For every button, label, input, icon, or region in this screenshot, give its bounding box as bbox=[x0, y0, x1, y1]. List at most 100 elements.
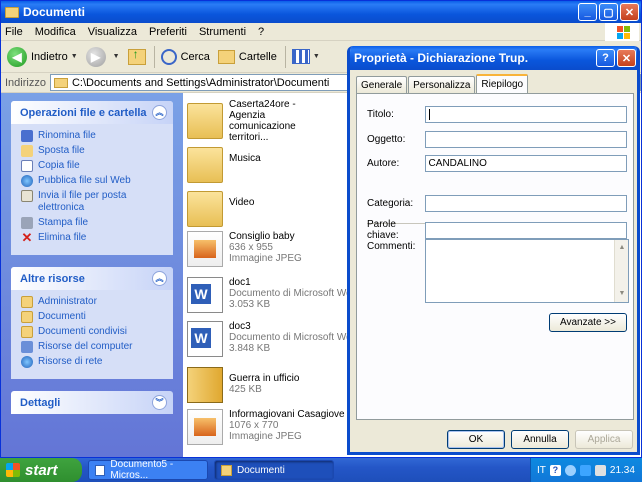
list-item[interactable]: Video bbox=[187, 187, 254, 227]
ok-button[interactable]: OK bbox=[447, 430, 505, 449]
explorer-titlebar[interactable]: Documenti _ ▢ ✕ bbox=[1, 1, 641, 23]
folder-icon bbox=[21, 311, 33, 323]
back-button[interactable]: ◀ Indietro ▼ bbox=[7, 46, 78, 67]
tab-personalizza[interactable]: Personalizza bbox=[408, 76, 476, 93]
tasks-pane: Operazioni file e cartella ︽ Rinomina fi… bbox=[1, 93, 183, 457]
music-folder-icon bbox=[187, 147, 223, 183]
place-shared-docs[interactable]: Documenti condivisi bbox=[21, 326, 165, 338]
panel-title: Dettagli bbox=[20, 396, 61, 409]
menu-strumenti[interactable]: Strumenti bbox=[199, 26, 246, 38]
forward-button[interactable]: ▶ ▼ bbox=[85, 46, 120, 67]
start-button[interactable]: start bbox=[0, 458, 82, 482]
file-name: doc1 bbox=[229, 277, 251, 288]
vertical-scrollbar[interactable]: ▲ ▼ bbox=[614, 240, 628, 302]
file-name: Informagiovani Casagiove bbox=[229, 409, 345, 420]
list-item[interactable]: Guerra in ufficio 425 KB bbox=[187, 367, 299, 403]
move-icon bbox=[21, 145, 33, 157]
cancel-button[interactable]: Annulla bbox=[511, 430, 569, 449]
menu-preferiti[interactable]: Preferiti bbox=[149, 26, 187, 38]
list-item[interactable]: Caserta24ore - Agenzia comunicazione ter… bbox=[187, 99, 333, 143]
help-tray-icon[interactable]: ? bbox=[549, 464, 561, 476]
up-folder-button[interactable]: ↑ bbox=[127, 47, 146, 65]
task-move-file[interactable]: Sposta file bbox=[21, 145, 165, 157]
arrow-tray-icon[interactable] bbox=[564, 464, 576, 476]
task-delete-file[interactable]: ✕ Elimina file bbox=[21, 230, 165, 245]
taskbar-item-documenti[interactable]: Documenti bbox=[214, 460, 334, 480]
place-my-computer[interactable]: Risorse del computer bbox=[21, 341, 165, 353]
menu-bar: File Modifica Visualizza Preferiti Strum… bbox=[1, 23, 641, 41]
advanced-button[interactable]: Avanzate >> bbox=[549, 313, 627, 332]
menu-file[interactable]: File bbox=[5, 26, 23, 38]
up-folder-icon: ↑ bbox=[127, 47, 146, 65]
scroll-up-icon[interactable]: ▲ bbox=[616, 242, 628, 254]
subject-label: Oggetto: bbox=[367, 134, 406, 145]
dialog-close-button[interactable]: ✕ bbox=[617, 49, 636, 67]
clock[interactable]: 21.34 bbox=[610, 465, 635, 476]
menu-modifica[interactable]: Modifica bbox=[35, 26, 76, 38]
file-dimensions: 1076 x 770 bbox=[229, 420, 279, 431]
scroll-down-icon[interactable]: ▼ bbox=[616, 288, 628, 300]
search-button[interactable]: Cerca bbox=[160, 48, 210, 65]
list-item[interactable]: Informagiovani Casagiove 1076 x 770 Immagi… bbox=[187, 409, 345, 445]
jpeg-image-icon bbox=[187, 231, 223, 267]
rename-icon bbox=[21, 130, 33, 142]
file-size: 3.053 KB bbox=[229, 299, 271, 310]
copy-icon bbox=[21, 160, 33, 172]
list-item[interactable]: Musica bbox=[187, 143, 261, 183]
taskbar-item-label: Documento5 - Micros... bbox=[110, 459, 174, 481]
comments-textarea[interactable]: ▲ ▼ bbox=[425, 239, 629, 303]
task-print-file[interactable]: Stampa file bbox=[21, 217, 165, 229]
network-tray-icon[interactable] bbox=[579, 464, 591, 476]
file-dimensions: 636 x 955 bbox=[229, 242, 273, 253]
search-label: Cerca bbox=[180, 50, 210, 63]
list-item[interactable]: doc1Documento di Microsoft Word3.053 KB bbox=[187, 277, 361, 313]
title-input[interactable] bbox=[424, 106, 627, 123]
file-ops-header[interactable]: Operazioni file e cartella ︽ bbox=[11, 101, 173, 124]
menu-help[interactable]: ? bbox=[258, 26, 264, 38]
folders-button[interactable]: Cartelle bbox=[217, 49, 277, 64]
category-input[interactable] bbox=[424, 195, 627, 212]
task-label: Rinomina file bbox=[38, 130, 96, 141]
collapse-chevron-icon[interactable]: ︽ bbox=[152, 271, 167, 286]
maximize-button[interactable]: ▢ bbox=[599, 3, 618, 21]
list-item[interactable]: Consiglio baby 636 x 955 Immagine JPEG bbox=[187, 231, 302, 267]
details-header[interactable]: Dettagli ︾ bbox=[11, 391, 173, 414]
subject-input[interactable] bbox=[424, 131, 627, 148]
file-name: Caserta24ore - Agenzia comunicazione ter… bbox=[229, 99, 296, 143]
views-icon bbox=[291, 49, 310, 64]
tab-generale[interactable]: Generale bbox=[356, 76, 408, 93]
expand-chevron-icon[interactable]: ︾ bbox=[152, 395, 167, 410]
menu-visualizza[interactable]: Visualizza bbox=[88, 26, 137, 38]
delete-x-icon: ✕ bbox=[21, 230, 33, 245]
place-documenti[interactable]: Documenti bbox=[21, 311, 165, 323]
apply-button[interactable]: Applica bbox=[575, 430, 633, 449]
volume-tray-icon[interactable] bbox=[594, 464, 606, 476]
views-button[interactable]: ▼ bbox=[291, 49, 320, 64]
task-copy-file[interactable]: Copia file bbox=[21, 160, 165, 172]
taskbar-item-word[interactable]: Documento5 - Micros... bbox=[88, 459, 208, 481]
help-button[interactable]: ? bbox=[596, 49, 615, 67]
task-publish-web[interactable]: Pubblica file sul Web bbox=[21, 175, 165, 187]
close-button[interactable]: ✕ bbox=[620, 3, 639, 21]
text-cursor bbox=[428, 109, 430, 120]
place-network[interactable]: Risorse di rete bbox=[21, 356, 165, 368]
other-places-header[interactable]: Altre risorse ︽ bbox=[11, 267, 173, 290]
keywords-input[interactable] bbox=[424, 221, 627, 239]
list-item[interactable]: doc3Documento di Microsoft Word3.848 KB bbox=[187, 321, 361, 357]
task-label: Stampa file bbox=[38, 217, 89, 228]
folders-icon bbox=[217, 49, 235, 64]
minimize-button[interactable]: _ bbox=[578, 3, 597, 21]
language-indicator[interactable]: IT bbox=[537, 465, 546, 476]
collapse-chevron-icon[interactable]: ︽ bbox=[152, 105, 167, 120]
tab-riepilogo[interactable]: Riepilogo bbox=[476, 74, 529, 93]
folder-icon bbox=[53, 77, 68, 88]
task-rename-file[interactable]: Rinomina file bbox=[21, 130, 165, 142]
file-size: 3.848 KB bbox=[229, 343, 271, 354]
file-type: Documento di Microsoft Word bbox=[229, 288, 361, 299]
file-type: Immagine JPEG bbox=[229, 253, 302, 264]
author-input[interactable]: CANDALINO bbox=[424, 155, 627, 172]
place-administrator[interactable]: Administrator bbox=[21, 296, 165, 308]
task-send-email[interactable]: Invia il file per posta elettronica bbox=[21, 190, 165, 214]
dialog-titlebar[interactable]: Proprietà - Dichiarazione Trup. ? ✕ bbox=[350, 46, 637, 70]
forward-arrow-icon: ▶ bbox=[85, 46, 106, 67]
